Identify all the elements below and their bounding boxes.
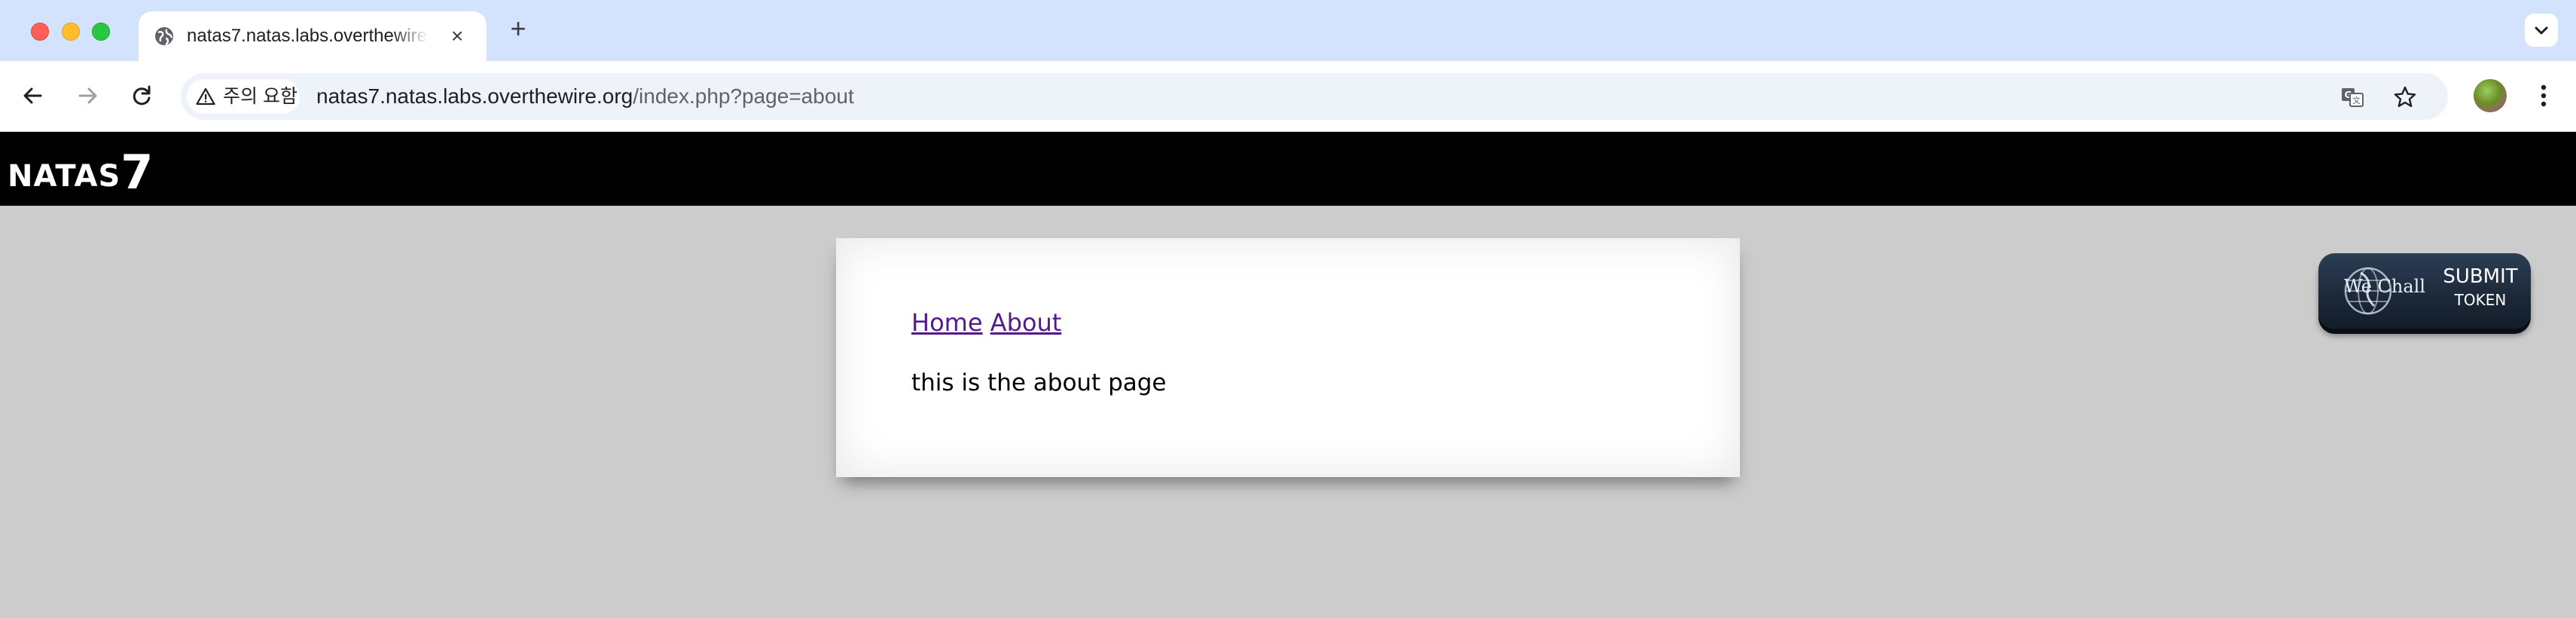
- back-arrow-icon: [23, 87, 42, 104]
- logo-name: NATAS: [8, 159, 121, 194]
- url-text[interactable]: natas7.natas.labs.overthewire.org/index.…: [316, 73, 854, 120]
- site-logo: NATAS7: [8, 142, 154, 200]
- new-tab-button[interactable]: +: [505, 15, 532, 42]
- translate-icon[interactable]: G 文: [2339, 84, 2365, 110]
- submit-label: SUBMIT: [2443, 265, 2518, 288]
- page-header: NATAS7: [0, 132, 2576, 206]
- logo-level: 7: [121, 145, 154, 200]
- wechall-submit-token-button[interactable]: We Chall SUBMIT TOKEN: [2318, 253, 2531, 329]
- site-info-chip[interactable]: 주의 요함: [187, 79, 300, 114]
- bookmark-star-icon[interactable]: [2392, 84, 2418, 110]
- page-nav: Home About: [911, 307, 1061, 338]
- chevron-down-icon: [2535, 26, 2548, 35]
- svg-text:文: 文: [2352, 95, 2361, 106]
- url-path: /index.php?page=about: [633, 84, 854, 108]
- page-body-text: this is the about page: [911, 369, 1167, 396]
- close-window-button[interactable]: [31, 23, 49, 41]
- reload-button[interactable]: [124, 78, 160, 114]
- about-link[interactable]: About: [990, 308, 1062, 337]
- address-bar[interactable]: 주의 요함 natas7.natas.labs.overthewire.org/…: [181, 73, 2448, 120]
- token-label: TOKEN: [2454, 291, 2507, 309]
- home-link[interactable]: Home: [911, 308, 983, 337]
- active-tab[interactable]: natas7.natas.labs.overthewire.org ×: [139, 11, 487, 61]
- content-card: Home About this is the about page: [836, 238, 1740, 477]
- browser-tabstrip: natas7.natas.labs.overthewire.org × +: [0, 0, 2576, 61]
- forward-button[interactable]: [69, 78, 105, 114]
- more-options-icon[interactable]: [2532, 81, 2555, 111]
- warning-icon: [196, 87, 215, 106]
- tab-title: natas7.natas.labs.overthewire.org: [187, 26, 428, 46]
- wechall-brand: We Chall: [2344, 276, 2426, 297]
- security-label: 주의 요함: [223, 86, 298, 107]
- forward-arrow-icon: [78, 87, 97, 104]
- reload-icon: [133, 85, 151, 106]
- profile-avatar[interactable]: [2474, 79, 2507, 112]
- minimize-window-button[interactable]: [62, 23, 80, 41]
- close-tab-icon[interactable]: ×: [446, 25, 469, 47]
- browser-toolbar: 주의 요함 natas7.natas.labs.overthewire.org/…: [0, 61, 2576, 132]
- url-host: natas7.natas.labs.overthewire.org: [316, 84, 633, 108]
- back-button[interactable]: [15, 78, 51, 114]
- globe-icon: [155, 27, 173, 46]
- maximize-window-button[interactable]: [92, 23, 110, 41]
- tab-search-button[interactable]: [2525, 14, 2558, 47]
